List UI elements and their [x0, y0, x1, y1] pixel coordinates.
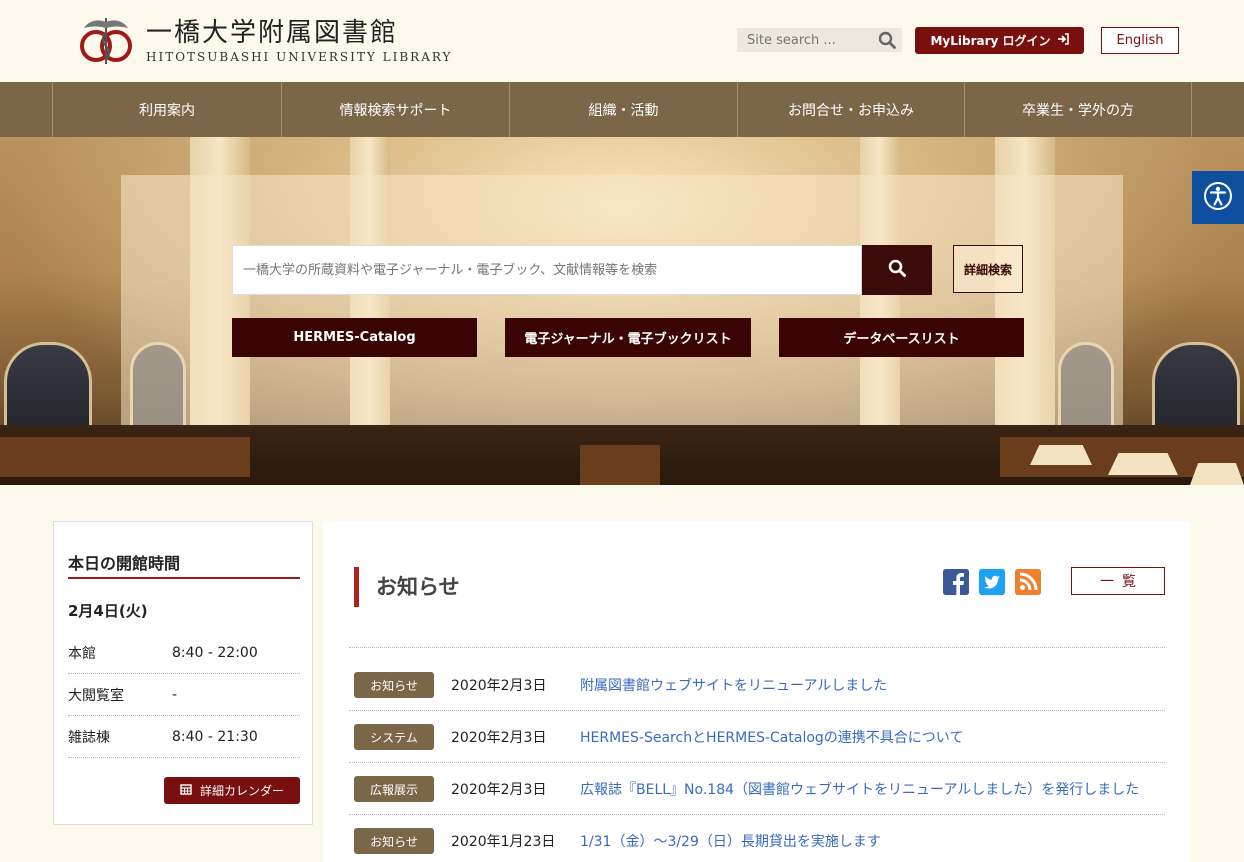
news-category-badge: お知らせ — [354, 828, 434, 854]
news-title-accent — [354, 567, 359, 607]
hours-row: 本館 8:40 - 22:00 — [68, 632, 300, 674]
opening-hours-date: 2月4日(火) — [68, 602, 148, 620]
english-button[interactable]: English — [1101, 27, 1179, 54]
news-item: 広報展示 2020年2月3日 広報誌『BELL』No.184（図書館ウェブサイト… — [349, 763, 1165, 815]
catalog-search-button[interactable] — [862, 245, 932, 295]
hours-row-name: 大閲覧室 — [68, 687, 124, 704]
login-icon — [1057, 33, 1069, 48]
news-link[interactable]: 広報誌『BELL』No.184（図書館ウェブサイトをリニューアルしました）を発行… — [580, 779, 1139, 799]
hours-row-time: 8:40 - 21:30 — [172, 728, 258, 745]
accessibility-icon — [1203, 181, 1233, 215]
mylibrary-login-button[interactable]: MyLibrary ログイン — [915, 27, 1084, 54]
hero-banner: 詳細検索 HERMES-Catalog 電子ジャーナル・電子ブックリスト データ… — [0, 137, 1244, 485]
nav-item-organization[interactable]: 組織・活動 — [509, 82, 737, 137]
hours-row-name: 本館 — [68, 645, 96, 662]
hermes-catalog-button[interactable]: HERMES-Catalog — [232, 318, 477, 357]
hours-row: 大閲覧室 - — [68, 674, 300, 716]
news-category-badge: システム — [354, 724, 434, 750]
site-logo[interactable]: 一橋大学附属図書館 HITOTSUBASHI UNIVERSITY LIBRAR… — [78, 14, 452, 68]
news-date: 2020年2月3日 — [451, 782, 547, 798]
news-item: お知らせ 2020年2月3日 附属図書館ウェブサイトをリニューアルしました — [349, 659, 1165, 711]
logo-emblem-icon — [78, 14, 134, 68]
opening-hours-panel: 本日の開館時間 2月4日(火) 本館 8:40 - 22:00 大閲覧室 - 雑… — [53, 521, 313, 825]
hours-row: 雑誌棟 8:40 - 21:30 — [68, 716, 300, 758]
nav-item-search-support[interactable]: 情報検索サポート — [281, 82, 509, 137]
search-icon[interactable] — [878, 31, 896, 49]
divider — [349, 647, 1165, 648]
facebook-icon[interactable] — [943, 569, 969, 595]
news-date: 2020年2月3日 — [451, 678, 547, 694]
calendar-button[interactable]: 詳細カレンダー — [164, 777, 300, 804]
news-category-badge: お知らせ — [354, 672, 434, 698]
rss-icon[interactable] — [1015, 569, 1041, 595]
news-link[interactable]: 1/31（金）～3/29（日）長期貸出を実施します — [580, 831, 881, 851]
site-title-jp: 一橋大学附属図書館 — [146, 18, 399, 48]
advanced-search-button[interactable]: 詳細検索 — [953, 245, 1023, 293]
calendar-icon — [180, 783, 192, 798]
news-item: お知らせ 2020年1月23日 1/31（金）～3/29（日）長期貸出を実施しま… — [349, 815, 1165, 862]
nav-item-guide[interactable]: 利用案内 — [52, 82, 281, 137]
news-date: 2020年2月3日 — [451, 730, 547, 746]
mylibrary-login-label: MyLibrary ログイン — [930, 34, 1051, 48]
news-title: お知らせ — [376, 575, 460, 599]
catalog-search-input[interactable] — [233, 246, 861, 294]
nav-item-contact[interactable]: お問合せ・お申込み — [737, 82, 964, 137]
search-icon — [888, 259, 906, 281]
hours-row-name: 雑誌棟 — [68, 729, 110, 746]
catalog-search — [232, 245, 862, 295]
divider — [68, 577, 300, 579]
news-item: システム 2020年2月3日 HERMES-SearchとHERMES-Cata… — [349, 711, 1165, 763]
site-search — [737, 28, 902, 52]
news-link[interactable]: HERMES-SearchとHERMES-Catalogの連携不具合について — [580, 727, 963, 747]
nav-item-alumni[interactable]: 卒業生・学外の方 — [964, 82, 1192, 137]
twitter-icon[interactable] — [979, 569, 1005, 595]
hero-search-panel — [121, 175, 1123, 425]
header: 一橋大学附属図書館 HITOTSUBASHI UNIVERSITY LIBRAR… — [0, 0, 1244, 82]
hours-row-time: - — [172, 686, 178, 703]
calendar-button-label: 詳細カレンダー — [199, 784, 284, 798]
accessibility-button[interactable] — [1192, 171, 1244, 224]
news-panel: お知らせ 一覧 お知らせ 2020年2月3日 附属図書館ウェブサイトをリニューア… — [323, 521, 1190, 862]
database-list-button[interactable]: データベースリスト — [779, 318, 1024, 357]
news-list-all-button[interactable]: 一覧 — [1071, 567, 1165, 595]
news-date: 2020年1月23日 — [451, 834, 556, 850]
ejournal-ebook-list-button[interactable]: 電子ジャーナル・電子ブックリスト — [505, 318, 751, 357]
news-category-badge: 広報展示 — [354, 776, 434, 802]
site-title-en: HITOTSUBASHI UNIVERSITY LIBRARY — [146, 50, 453, 64]
site-search-input[interactable] — [737, 28, 867, 52]
hours-row-time: 8:40 - 22:00 — [172, 644, 258, 661]
news-link[interactable]: 附属図書館ウェブサイトをリニューアルしました — [580, 675, 887, 695]
main-nav: 利用案内 情報検索サポート 組織・活動 お問合せ・お申込み 卒業生・学外の方 — [0, 82, 1244, 137]
opening-hours-title: 本日の開館時間 — [68, 554, 181, 573]
